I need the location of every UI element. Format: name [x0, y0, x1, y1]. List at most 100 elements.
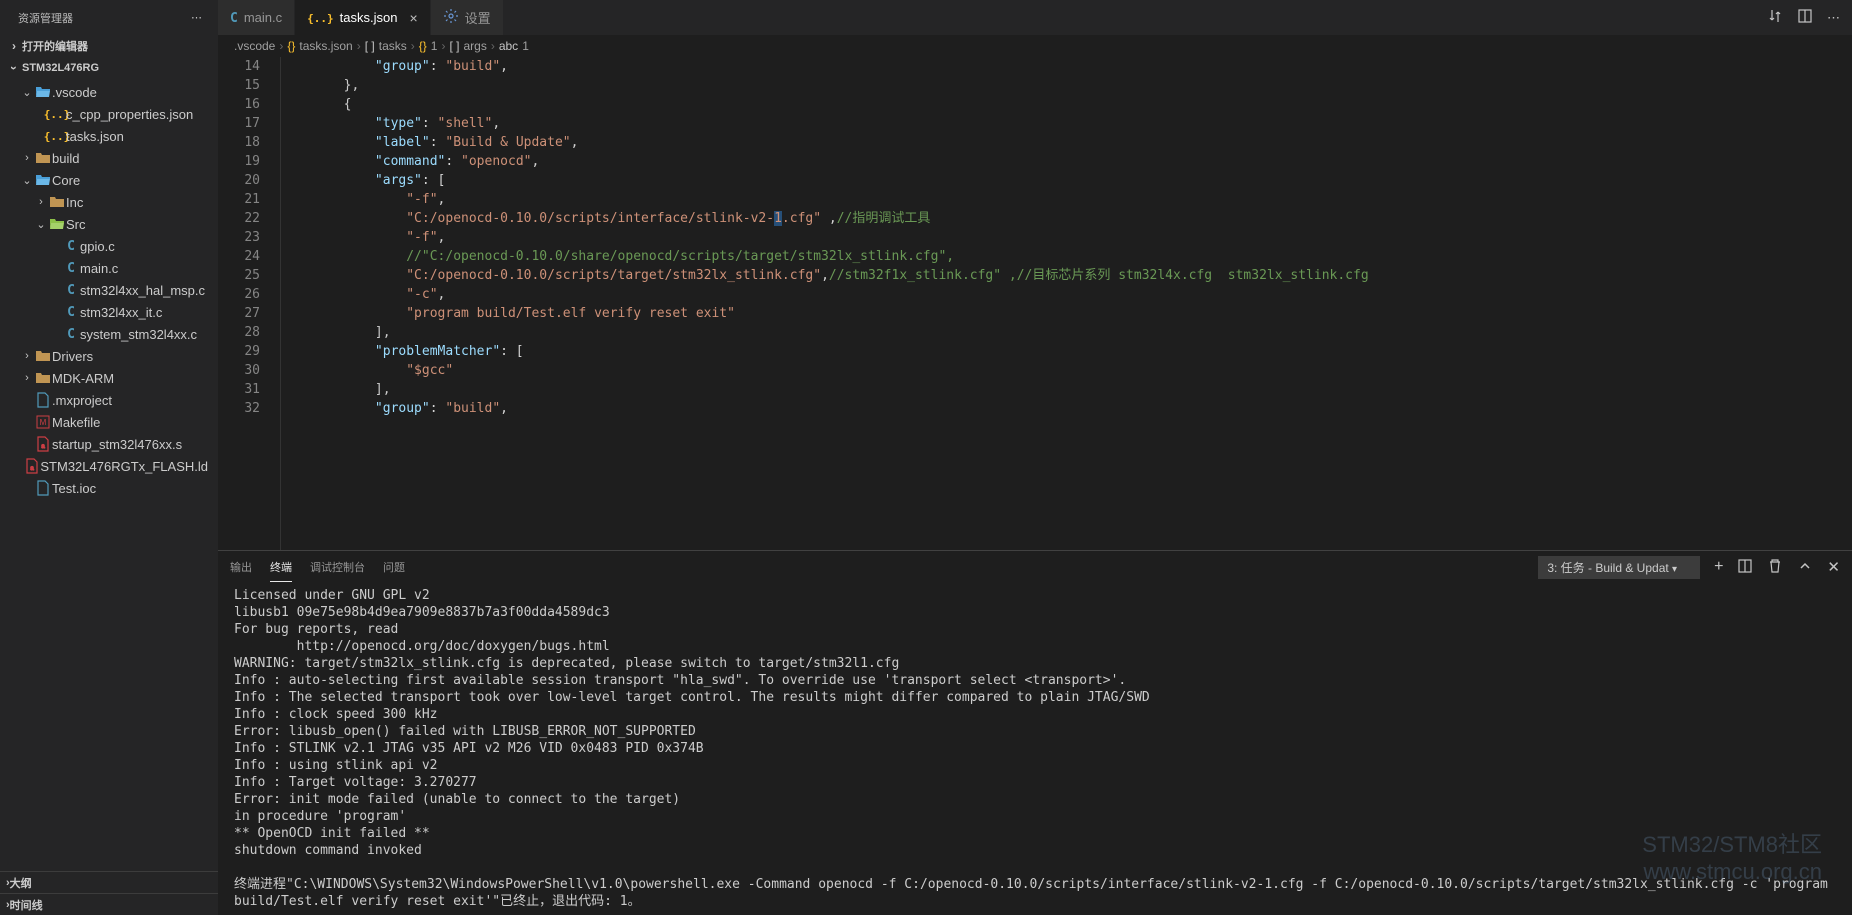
kill-terminal-icon[interactable] — [1767, 558, 1783, 577]
tree-item[interactable]: Cstm32l4xx_hal_msp.c — [0, 279, 218, 301]
folder-open-green-icon — [48, 216, 66, 232]
line-gutter: 14151617181920212223242526272829303132 — [218, 57, 280, 550]
tree-item-label: main.c — [80, 261, 118, 276]
terminal-panel: 输出终端调试控制台问题 3: 任务 - Build & Updat ▾ + ✕ … — [218, 550, 1852, 915]
maximize-panel-icon[interactable] — [1797, 558, 1813, 577]
panel-tab[interactable]: 终端 — [270, 553, 292, 582]
editor-tab[interactable]: 设置 — [431, 0, 504, 35]
chevron-right-icon: › — [20, 350, 34, 362]
breadcrumb-icon: [ ] — [365, 39, 375, 53]
tree-item-label: Test.ioc — [52, 481, 96, 496]
svg-text:M: M — [40, 418, 47, 427]
tree-item[interactable]: a startup_stm32l476xx.s — [0, 433, 218, 455]
tree-item[interactable]: .mxproject — [0, 389, 218, 411]
tree-item[interactable]: ›Inc — [0, 191, 218, 213]
tree-item-label: stm32l4xx_hal_msp.c — [80, 283, 205, 298]
chevron-right-icon: › — [20, 372, 34, 384]
tree-item[interactable]: Cstm32l4xx_it.c — [0, 301, 218, 323]
terminal-selector[interactable]: 3: 任务 - Build & Updat ▾ — [1538, 556, 1700, 579]
tree-item[interactable]: {..}tasks.json — [0, 125, 218, 147]
c-icon: C — [230, 10, 238, 26]
tree-item[interactable]: ⌄ Src — [0, 213, 218, 235]
svg-text:a: a — [41, 444, 45, 450]
open-editors-header[interactable]: › 打开的编辑器 — [0, 35, 218, 57]
tree-item-label: system_stm32l4xx.c — [80, 327, 197, 342]
breadcrumb-segment[interactable]: tasks.json — [299, 39, 352, 53]
chevron-down-icon: ⌄ — [34, 218, 48, 231]
breadcrumb-icon: abc — [499, 39, 518, 53]
panel-tab[interactable]: 调试控制台 — [310, 553, 365, 582]
panel-tabs: 输出终端调试控制台问题 3: 任务 - Build & Updat ▾ + ✕ — [218, 551, 1852, 583]
editor-tab[interactable]: Cmain.c — [218, 0, 295, 35]
split-editor-icon[interactable] — [1797, 8, 1813, 27]
tree-item[interactable]: {..}c_cpp_properties.json — [0, 103, 218, 125]
outline-label: 大纲 — [10, 875, 32, 891]
breadcrumb-separator: › — [279, 39, 283, 53]
close-panel-icon[interactable]: ✕ — [1827, 558, 1840, 576]
tree-item[interactable]: Csystem_stm32l4xx.c — [0, 323, 218, 345]
editor-area: Cmain.c{..}tasks.json×设置 ⋯ .vscode›{} ta… — [218, 0, 1852, 915]
compare-changes-icon[interactable] — [1767, 8, 1783, 27]
tab-label: 设置 — [465, 8, 491, 27]
tree-item[interactable]: Cgpio.c — [0, 235, 218, 257]
editor-tab[interactable]: {..}tasks.json× — [295, 0, 431, 35]
breadcrumb-icon: {} — [287, 39, 295, 53]
panel-tab[interactable]: 问题 — [383, 553, 405, 582]
tabs-actions: ⋯ — [1755, 0, 1852, 35]
terminal-selector-label: 3: 任务 - Build & Updat — [1547, 561, 1668, 575]
tree-item[interactable]: ⌄.vscode — [0, 81, 218, 103]
code-editor[interactable]: 14151617181920212223242526272829303132 "… — [218, 57, 1852, 550]
chevron-right-icon: › — [20, 152, 34, 164]
tree-item[interactable]: › MDK-ARM — [0, 367, 218, 389]
project-name-label: STM32L476RG — [22, 62, 99, 74]
tree-item-label: Drivers — [52, 349, 93, 364]
tree-item-label: startup_stm32l476xx.s — [52, 437, 182, 452]
breadcrumb-icon: {} — [419, 39, 427, 53]
tree-item-label: Core — [52, 173, 80, 188]
panel-tab[interactable]: 输出 — [230, 553, 252, 582]
breadcrumb-icon: [ ] — [449, 39, 459, 53]
breadcrumb-segment[interactable]: 1 — [522, 39, 529, 53]
file-tree: ⌄.vscode{..}c_cpp_properties.json{..}tas… — [0, 79, 218, 501]
more-actions-icon[interactable]: ⋯ — [1827, 10, 1840, 26]
breadcrumb-separator: › — [491, 39, 495, 53]
breadcrumb-segment[interactable]: args — [463, 39, 486, 53]
terminal-output[interactable]: Licensed under GNU GPL v2 libusb1 09e75e… — [218, 583, 1852, 915]
timeline-label: 时间线 — [10, 897, 43, 913]
code-content[interactable]: "group": "build", }, { "type": "shell", … — [280, 57, 1852, 550]
tree-item[interactable]: MMakefile — [0, 411, 218, 433]
gear-icon — [443, 8, 459, 27]
file-icon — [34, 480, 52, 496]
tree-item[interactable]: Cmain.c — [0, 257, 218, 279]
breadcrumb[interactable]: .vscode›{} tasks.json›[ ] tasks›{} 1›[ ]… — [218, 35, 1852, 57]
tabs-bar: Cmain.c{..}tasks.json× 设置 ⋯ — [218, 0, 1852, 35]
tree-item[interactable]: Test.ioc — [0, 477, 218, 499]
tree-item[interactable]: › Drivers — [0, 345, 218, 367]
new-terminal-icon[interactable]: + — [1714, 558, 1723, 576]
tree-item[interactable]: › build — [0, 147, 218, 169]
folder-icon — [34, 370, 52, 386]
breadcrumb-segment[interactable]: 1 — [431, 39, 438, 53]
minimap[interactable] — [1742, 57, 1852, 550]
open-editors-label: 打开的编辑器 — [22, 38, 88, 54]
tree-item-label: build — [52, 151, 79, 166]
tree-item-label: Inc — [66, 195, 83, 210]
tree-item-label: MDK-ARM — [52, 371, 114, 386]
breadcrumb-separator: › — [357, 39, 361, 53]
split-terminal-icon[interactable] — [1737, 558, 1753, 577]
timeline-header[interactable]: › 时间线 — [0, 893, 218, 915]
breadcrumb-segment[interactable]: .vscode — [234, 39, 275, 53]
chevron-down-icon: › — [7, 60, 21, 76]
tree-item[interactable]: ⌄Core — [0, 169, 218, 191]
json-icon: {..} — [307, 10, 334, 25]
project-header[interactable]: › STM32L476RG — [0, 57, 218, 79]
tree-item[interactable]: aSTM32L476RGTx_FLASH.ld — [0, 455, 218, 477]
chevron-down-icon: ⌄ — [20, 86, 34, 99]
tree-item-label: Src — [66, 217, 86, 232]
explorer-header: 资源管理器 ⋯ — [0, 0, 218, 35]
close-tab-icon[interactable]: × — [409, 10, 417, 26]
breadcrumb-segment[interactable]: tasks — [379, 39, 407, 53]
outline-header[interactable]: › 大纲 — [0, 871, 218, 893]
folder-icon — [34, 150, 52, 166]
explorer-more-icon[interactable]: ⋯ — [191, 11, 202, 24]
